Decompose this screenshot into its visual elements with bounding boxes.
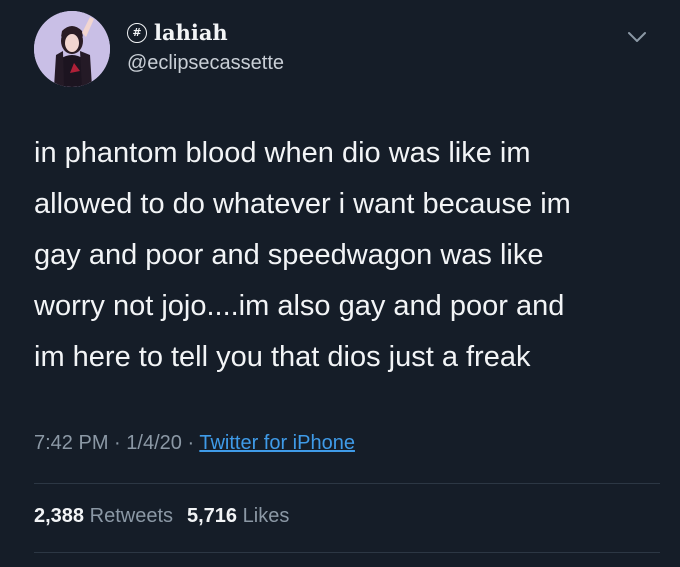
meta-separator: · [187, 432, 195, 454]
engagement-stats: 2,388 Retweets 5,716 Likes [34, 505, 289, 528]
hash-badge-icon: # [127, 22, 147, 43]
meta-separator: · [114, 432, 121, 454]
tweet-metadata: 7:42 PM · 1/4/20 · Twitter for iPhone [34, 432, 355, 455]
retweets-count: 2,388 [34, 505, 85, 527]
tweet-time: 7:42 PM [34, 432, 109, 454]
avatar[interactable] [34, 11, 110, 87]
tweet-text-line: allowed to do whatever i want because im [34, 188, 571, 220]
tweet-date: 1/4/20 [126, 432, 182, 454]
tweet-text-line: worry not jojo....im also gay and poor a… [34, 290, 565, 322]
likes-label: Likes [242, 505, 290, 527]
username-handle[interactable]: @eclipsecassette [127, 52, 284, 75]
display-name[interactable]: # lahiah [127, 20, 228, 45]
likes-count: 5,716 [187, 505, 238, 527]
divider [34, 552, 660, 553]
divider [34, 483, 660, 484]
likes-stat[interactable]: 5,716 Likes [187, 505, 289, 527]
chevron-down-icon[interactable] [626, 30, 648, 44]
tweet-text-line: in phantom blood when dio was like im [34, 137, 531, 169]
retweets-label: Retweets [89, 505, 173, 527]
retweets-stat[interactable]: 2,388 Retweets [34, 505, 173, 527]
tweet-source-link[interactable]: Twitter for iPhone [199, 432, 355, 454]
avatar-image [34, 11, 110, 87]
tweet-text-line: im here to tell you that dios just a fre… [34, 341, 531, 373]
display-name-text: lahiah [154, 20, 228, 45]
tweet-text: in phantom blood when dio was like im al… [34, 128, 654, 383]
tweet-text-line: gay and poor and speedwagon was like [34, 239, 544, 271]
